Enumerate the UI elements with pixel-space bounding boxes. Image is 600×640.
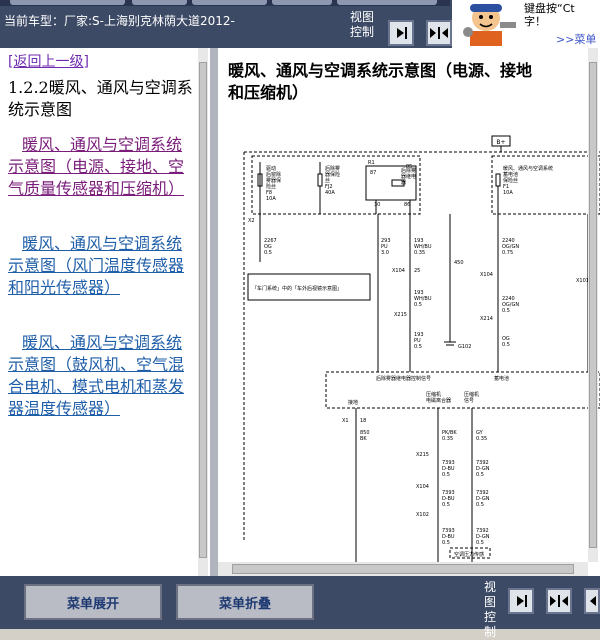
tab-strip	[0, 0, 450, 6]
label-x2: X2	[248, 218, 255, 224]
split-arrows-icon	[550, 595, 568, 607]
label-x104-right: X104	[480, 272, 493, 278]
content-vscroll-thumb[interactable]	[589, 62, 597, 548]
menu-collapse-button[interactable]: 菜单折叠	[176, 584, 314, 620]
arrow-right-bar-icon	[517, 595, 527, 607]
label-b-plus: B+	[496, 139, 505, 146]
arrow-right-bar-icon	[397, 27, 407, 39]
tab-2[interactable]	[132, 0, 187, 5]
menu-expand-button[interactable]: 菜单展开	[24, 584, 162, 620]
label-pin-18: 18	[360, 418, 366, 424]
content-hscroll-thumb[interactable]	[232, 564, 574, 574]
content-vertical-scrollbar[interactable]	[588, 48, 598, 562]
label-r1: R1	[368, 160, 375, 166]
content-pane: 暖风、通风与空调系统示意图（电源、接地 和压缩机） B+ 驱动后窗除雾器保险丝 F…	[218, 48, 600, 576]
back-link[interactable]: [返回上一级]	[8, 51, 89, 71]
label-g102: G102	[458, 344, 471, 350]
bottom-split-view-button[interactable]	[546, 588, 572, 614]
sidebar-scrollbar[interactable]	[198, 48, 208, 576]
label-door-note: 「车门系统」中的「车外后视镜示意图」	[252, 285, 342, 292]
tab-1[interactable]	[10, 0, 125, 5]
view-control-label: 视图控制	[349, 10, 374, 39]
tab-5[interactable]	[337, 0, 437, 5]
label-pin-86: 86	[404, 202, 410, 208]
split-view-button[interactable]	[426, 20, 452, 46]
label-x1: X1	[342, 418, 349, 424]
label-x215-b: X215	[416, 452, 429, 458]
label-module-battery: 蓄电池	[494, 375, 509, 382]
toc-item-power-ground[interactable]: 暖风、通风与空调系统示意图（电源、接地、空气质量传感器和压缩机）	[8, 134, 194, 200]
label-wire-og: OG 0.5	[502, 336, 510, 348]
label-wire-450: 450	[454, 260, 464, 266]
help-panel: 键盘按“Ct 字！ >>菜单	[452, 0, 600, 48]
arrow-left-icon	[590, 596, 596, 606]
bottom-sidebar-toggle-button[interactable]	[508, 588, 534, 614]
label-x104-pin: 25	[414, 268, 420, 274]
section-heading: 1.2.2暖风、通风与空调系统示意图	[8, 78, 193, 119]
mechanic-illustration-icon	[463, 4, 516, 46]
page-title-line1: 暖风、通风与空调系统示意图（电源、接地	[228, 61, 533, 80]
label-pin-30: 30	[374, 202, 380, 208]
top-toolbar: 当前车型：厂家:S-上海别克林荫大道2012- 视图控制 键盘按“Ct 字！ >…	[0, 0, 600, 48]
vehicle-info: 当前车型：厂家:S-上海别克林荫大道2012-	[4, 14, 235, 28]
help-text-line2: 字！	[524, 15, 546, 28]
pane-splitter[interactable]	[210, 48, 218, 576]
wiring-diagram: B+ 驱动后窗除雾器保险丝 F8 10A 后除雾器保险丝 FJ2 40A R1 后除雾器…	[226, 122, 600, 562]
toc-item-blower-motor[interactable]: 暖风、通风与空调系统示意图（鼓风机、空气混合电机、模式电机和蒸发器温度传感器）	[8, 332, 194, 420]
sidebar-scrollbar-thumb[interactable]	[199, 62, 207, 558]
label-x215: X215	[394, 312, 407, 318]
label-x104: X104	[392, 268, 405, 274]
content-horizontal-scrollbar[interactable]	[218, 562, 588, 576]
label-x102: X102	[416, 512, 429, 518]
label-x214: X214	[480, 316, 493, 322]
navigation-sidebar: [返回上一级] 1.2.2暖风、通风与空调系统示意图 暖风、通风与空调系统示意图…	[0, 48, 210, 576]
label-x104-b: X104	[416, 484, 429, 490]
tab-4[interactable]	[272, 0, 332, 5]
toc-item-door-temp-sensor[interactable]: 暖风、通风与空调系统示意图（风门温度传感器和阳光传感器）	[8, 233, 194, 299]
label-ground: 接地	[348, 399, 358, 406]
bottom-view-control-label: 视图控制	[483, 580, 496, 639]
label-pin-85: 85	[406, 164, 412, 170]
bottom-full-view-button[interactable]	[584, 588, 600, 614]
label-pin-87: 87	[370, 170, 376, 176]
sidebar-toggle-button[interactable]	[388, 20, 414, 46]
bottom-toolbar: 菜单展开 菜单折叠 视图控制	[0, 576, 600, 639]
split-arrows-icon	[430, 27, 448, 39]
label-module-left: 后除雾器继电器控制信号	[376, 375, 431, 382]
page-title: 暖风、通风与空调系统示意图（电源、接地 和压缩机）	[228, 60, 600, 104]
label-pressure-sensor: 空调压力传感	[454, 551, 484, 558]
help-menu-link[interactable]: >>菜单	[556, 31, 596, 47]
page-title-line2: 和压缩机）	[228, 83, 309, 102]
tab-3[interactable]	[192, 0, 267, 5]
